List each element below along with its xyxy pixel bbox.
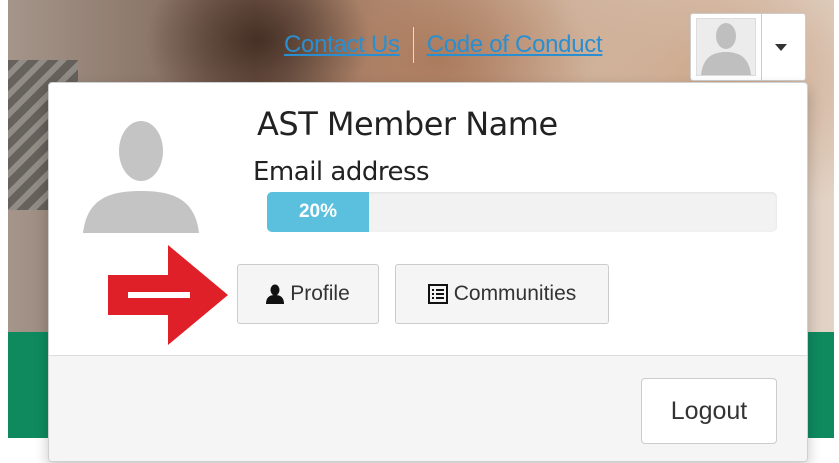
communities-button-label: Communities xyxy=(453,282,577,305)
user-menu-toggle[interactable] xyxy=(690,13,806,81)
profile-button[interactable]: Profile xyxy=(237,264,379,324)
member-email: Email address xyxy=(253,157,430,187)
progress-bar-fill: 20% xyxy=(267,192,369,232)
contact-us-link[interactable]: Contact Us xyxy=(284,31,400,59)
logout-button[interactable]: Logout xyxy=(641,378,777,444)
code-of-conduct-link[interactable]: Code of Conduct xyxy=(427,31,603,59)
top-nav: Contact Us Code of Conduct xyxy=(284,27,603,63)
caret-down-icon xyxy=(775,44,787,51)
user-icon xyxy=(266,284,285,304)
communities-button[interactable]: Communities xyxy=(395,264,609,324)
member-name: AST Member Name xyxy=(257,105,558,143)
list-icon xyxy=(427,284,448,304)
avatar xyxy=(81,113,201,233)
dropdown-footer: Logout xyxy=(49,355,807,461)
red-arrow-icon xyxy=(108,245,228,345)
profile-completion-progress: 20% xyxy=(267,192,777,232)
user-avatar-placeholder-icon xyxy=(696,18,756,76)
profile-button-label: Profile xyxy=(290,282,350,305)
toggle-divider xyxy=(761,14,762,80)
nav-separator xyxy=(412,27,414,63)
